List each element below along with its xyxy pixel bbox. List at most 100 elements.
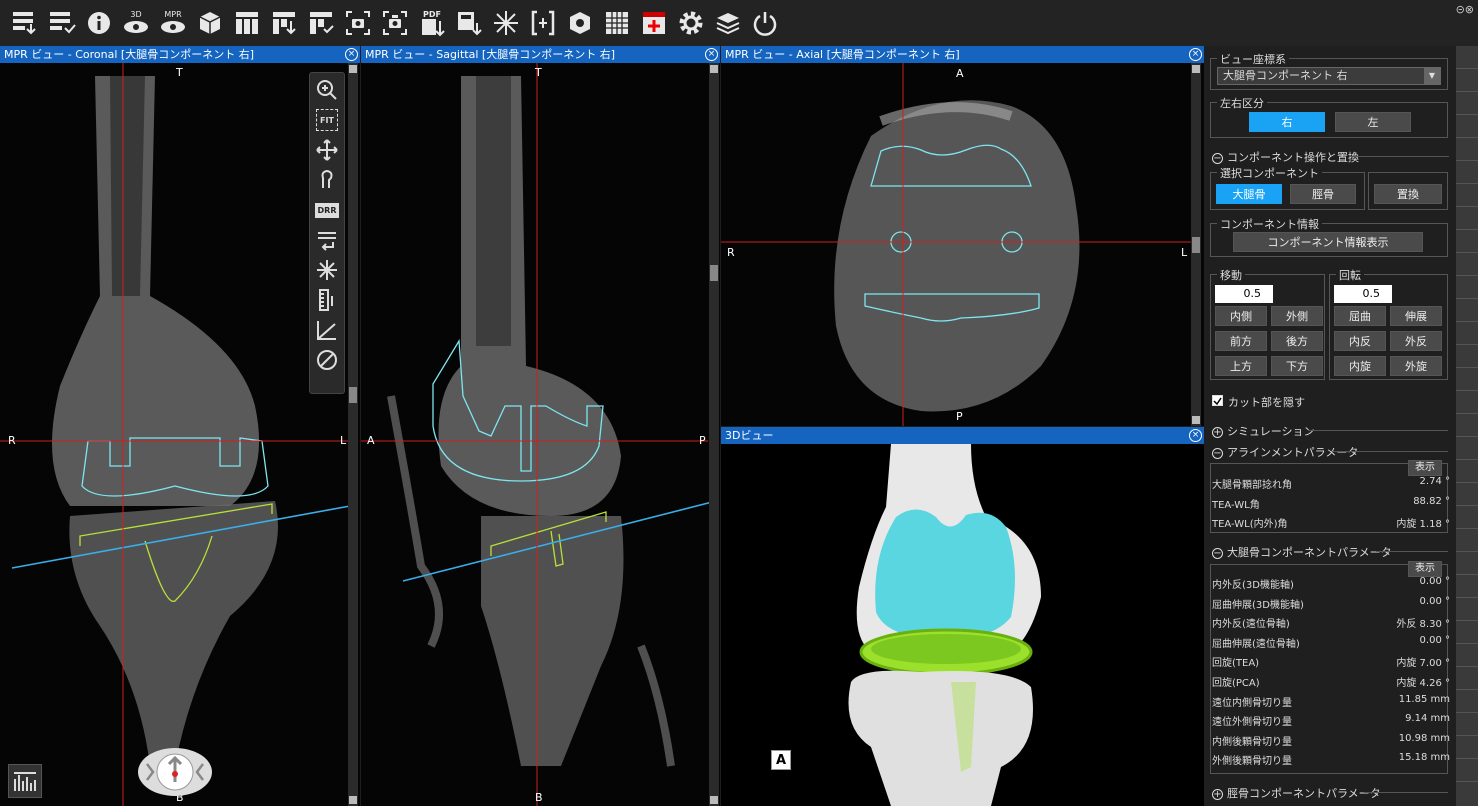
crosshair-tool-icon[interactable] [313, 256, 341, 284]
load-case-icon[interactable] [10, 8, 40, 38]
sagittal-scrollbar[interactable] [709, 63, 719, 806]
zoom-icon[interactable] [313, 76, 341, 104]
3d-view-icon[interactable]: 3D [121, 8, 151, 38]
settings-icon[interactable] [676, 8, 706, 38]
move-button[interactable]: 前方 [1215, 331, 1267, 351]
simulation-section-header[interactable]: + シミュレーション [1212, 423, 1315, 439]
orient-left: R [727, 246, 735, 259]
close-icon[interactable]: × [345, 48, 358, 61]
select-component-group: 選択コンポーネント 大腿骨 脛骨 [1210, 165, 1365, 210]
snapshot-icon[interactable] [454, 8, 484, 38]
tibia-component-section-header[interactable]: + 脛骨コンポーネントパラメータ [1212, 785, 1381, 801]
component-info-group: コンポーネント情報 コンポーネント情報表示 [1210, 216, 1448, 257]
sagittal-view[interactable]: MPR ビュー - Sagittal [大腿骨コンポーネント 右] × T B A… [361, 46, 720, 806]
bracket-icon[interactable] [528, 8, 558, 38]
side-group: 左右区分 右 左 [1210, 95, 1448, 138]
param-label: 内外反(遠位骨軸) [1212, 619, 1290, 631]
rot-button[interactable]: 伸展 [1390, 306, 1442, 326]
param-label: 遠位外側骨切り量 [1212, 717, 1292, 729]
layers-icon[interactable] [713, 8, 743, 38]
reset-icon[interactable] [313, 226, 341, 254]
param-value: 0.00 ° [1419, 595, 1450, 607]
rot-button[interactable]: 外反 [1390, 331, 1442, 351]
navigation-widget[interactable] [137, 746, 213, 798]
femur-component-section-header[interactable]: − 大腿骨コンポーネントパラメータ [1212, 544, 1392, 560]
side-right-button[interactable]: 右 [1249, 112, 1325, 132]
implant-cube-icon[interactable] [195, 8, 225, 38]
axial-view[interactable]: MPR ビュー - Axial [大腿骨コンポーネント 右] × A P R L [721, 46, 1204, 426]
screenshot-icon[interactable] [343, 8, 373, 38]
move-button[interactable]: 内側 [1215, 306, 1267, 326]
move-button[interactable]: 上方 [1215, 356, 1267, 376]
mpr-view-icon[interactable]: MPR [158, 8, 188, 38]
layout-icon[interactable] [232, 8, 262, 38]
grid-icon[interactable] [602, 8, 632, 38]
sagittal-image [361, 46, 720, 806]
rot-button[interactable]: 屈曲 [1334, 306, 1386, 326]
param-label: 屈曲伸展(遠位骨軸) [1212, 638, 1300, 650]
chevron-down-icon[interactable]: ▼ [1424, 68, 1440, 84]
rot-button[interactable]: 外旋 [1390, 356, 1442, 376]
coronal-view[interactable]: MPR ビュー - Coronal [大腿骨コンポーネント 右] × T B R … [0, 46, 360, 806]
orient-left: A [367, 434, 375, 447]
sagittal-header: MPR ビュー - Sagittal [大腿骨コンポーネント 右] × [361, 46, 720, 63]
3d-view[interactable]: 3Dビュー × A [721, 427, 1204, 806]
hide-cut-checkbox[interactable] [1212, 395, 1223, 406]
move-button[interactable]: 下方 [1271, 356, 1323, 376]
replace-button[interactable]: 置換 [1374, 184, 1442, 204]
alignment-show-button[interactable]: 表示 [1408, 460, 1442, 476]
pan-icon[interactable] [313, 136, 341, 164]
component-section-header[interactable]: − コンポーネント操作と置換 [1212, 149, 1359, 165]
param-value: 内旋 1.18 ° [1396, 519, 1450, 531]
coord-select[interactable]: 大腿骨コンポーネント 右 ▼ [1217, 67, 1441, 85]
collapse-icon: − [1212, 153, 1223, 164]
alignment-section-header[interactable]: − アラインメントパラメータ [1212, 444, 1358, 460]
move-button[interactable]: 外側 [1271, 306, 1323, 326]
coronal-scrollbar[interactable] [348, 63, 358, 806]
main-toolbar: 3D MPR PDF [0, 0, 1478, 46]
orient-right: P [699, 434, 706, 447]
ruler-icon[interactable] [313, 286, 341, 314]
rot-button[interactable]: 内反 [1334, 331, 1386, 351]
rotate-step-input[interactable]: 0.5 [1334, 285, 1392, 303]
save-layout-icon[interactable] [306, 8, 336, 38]
save-case-icon[interactable] [47, 8, 77, 38]
param-row: 回旋(TEA) 内旋 7.00 ° [1212, 654, 1450, 669]
screenshot-all-icon[interactable] [380, 8, 410, 38]
param-row: TEA-WL(内外)角 内旋 1.18 ° [1212, 515, 1450, 530]
expand-icon: + [1212, 789, 1223, 800]
param-row: 屈曲伸展(3D機能軸) 0.00 ° [1212, 596, 1450, 611]
param-value: 内旋 7.00 ° [1396, 658, 1450, 670]
crosshair-icon[interactable] [491, 8, 521, 38]
axial-scrollbar[interactable] [1191, 63, 1201, 426]
3d-title: 3Dビュー [725, 429, 774, 442]
info-icon[interactable] [84, 8, 114, 38]
side-left-button[interactable]: 左 [1335, 112, 1411, 132]
export-layout-icon[interactable] [269, 8, 299, 38]
marker-icon[interactable] [639, 8, 669, 38]
component-icon[interactable] [565, 8, 595, 38]
axial-image [721, 46, 1204, 426]
close-icon[interactable]: × [1189, 48, 1202, 61]
fit-icon[interactable]: FIT [316, 109, 338, 131]
femur-show-button[interactable]: 表示 [1408, 561, 1442, 577]
angle-icon[interactable] [313, 316, 341, 344]
drr-icon[interactable]: DRR [313, 196, 341, 224]
histogram-icon[interactable] [8, 764, 42, 798]
pdf-export-icon[interactable]: PDF [417, 8, 447, 38]
move-button[interactable]: 後方 [1271, 331, 1323, 351]
close-icon[interactable]: × [1189, 429, 1202, 442]
clear-icon[interactable] [313, 346, 341, 374]
power-icon[interactable] [750, 8, 780, 38]
param-row: 回旋(PCA) 内旋 4.26 ° [1212, 674, 1450, 689]
move-step-input[interactable]: 0.5 [1215, 285, 1273, 303]
bone-icon[interactable] [313, 166, 341, 194]
control-panel: ビュー座標系 大腿骨コンポーネント 右 ▼ 左右区分 右 左 − コンポーネント操作… [1204, 46, 1456, 806]
param-value: 11.85 mm [1398, 693, 1450, 705]
window-controls[interactable]: ⊝⊗ [1456, 3, 1474, 16]
component-info-button[interactable]: コンポーネント情報表示 [1233, 232, 1423, 252]
close-icon[interactable]: × [705, 48, 718, 61]
femur-button[interactable]: 大腿骨 [1216, 184, 1282, 204]
rot-button[interactable]: 内旋 [1334, 356, 1386, 376]
tibia-button[interactable]: 脛骨 [1290, 184, 1356, 204]
